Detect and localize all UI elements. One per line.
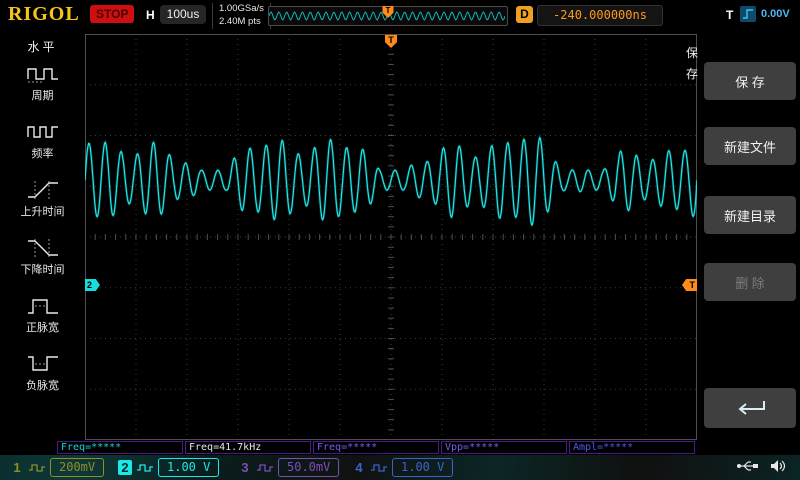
timebase-value[interactable]: 100us: [160, 5, 206, 24]
sample-rate: 1.00GSa/s: [219, 3, 264, 14]
delay-value[interactable]: -240.000000ns: [537, 5, 663, 26]
save-button[interactable]: 保 存: [704, 62, 796, 100]
channel4-scale: 1.00 V: [392, 458, 454, 477]
trigger-label: T: [726, 8, 734, 22]
trigger-slope-icon[interactable]: [740, 6, 756, 22]
channel4-status[interactable]: 4 1.00 V: [352, 458, 454, 477]
sidebar-title-horizontal[interactable]: 水平: [0, 38, 85, 55]
trigger-level-value[interactable]: 0.00V: [761, 8, 790, 20]
sidebar-item-negative-pulse-width[interactable]: 负脉宽: [0, 353, 85, 411]
rise-time-icon: [27, 181, 58, 199]
sidebar-item-positive-pulse-width[interactable]: 正脉宽: [0, 295, 85, 353]
measurement-slot-3[interactable]: Freq=*****: [313, 441, 439, 454]
usb-icon: [737, 461, 758, 471]
frequency-icon: [26, 126, 58, 138]
delay-label-badge: D: [516, 6, 533, 23]
run-state-badge[interactable]: STOP: [90, 5, 135, 23]
oscilloscope-screen: RIGOL STOP H 100us 1.00GSa/s 2.40M pts T…: [0, 0, 800, 480]
sidebar-item-period[interactable]: 周期: [0, 63, 85, 121]
channel3-status[interactable]: 3 50.0mV: [238, 458, 340, 477]
channel3-number: 3: [241, 460, 249, 475]
coupling-icon: [257, 463, 273, 472]
channel1-number: 1: [13, 460, 21, 475]
sidebar-item-label: 负脉宽: [26, 380, 59, 392]
sidebar-item-label: 正脉宽: [26, 322, 59, 334]
system-status-icons: [736, 459, 786, 473]
measurement-slot-2[interactable]: Freq=41.7kHz: [185, 441, 311, 454]
measurement-slot-5[interactable]: Ampl=*****: [569, 441, 695, 454]
menu-tab-save: 保 存: [684, 44, 700, 82]
horizontal-label: H: [146, 8, 155, 22]
delete-button[interactable]: 删 除: [704, 263, 796, 301]
channel1-status[interactable]: 1 200mV: [10, 458, 105, 477]
sidebar-item-label: 频率: [31, 148, 54, 160]
sidebar-item-rise-time[interactable]: 上升时间: [0, 179, 85, 237]
sidebar-item-fall-time[interactable]: 下降时间: [0, 237, 85, 295]
sidebar-item-label: 周期: [31, 90, 54, 102]
period-icon: [26, 68, 58, 83]
enter-button[interactable]: [704, 388, 796, 428]
positive-pulse-width-icon: [27, 299, 58, 314]
channel-status-bar: 1 200mV 2 1.00 V 3 50.0mV 4 1.00 V: [0, 455, 800, 480]
display-area: T 2 T: [85, 34, 697, 440]
graticule: [85, 34, 697, 440]
channel1-scale: 200mV: [50, 458, 105, 477]
measurement-slot-4[interactable]: Vpp=*****: [441, 441, 567, 454]
channel2-waveform: [85, 136, 697, 227]
sidebar-item-frequency[interactable]: 频率: [0, 121, 85, 179]
negative-pulse-width-icon: [27, 356, 58, 371]
sidebar-item-label: 下降时间: [20, 264, 65, 276]
speaker-icon[interactable]: [770, 459, 786, 473]
save-menu-panel: 保 存 保 存 新建文件 新建目录 删 除: [686, 32, 800, 440]
acquisition-info: 1.00GSa/s 2.40M pts: [212, 3, 271, 29]
coupling-icon: [371, 463, 387, 472]
new-folder-button[interactable]: 新建目录: [704, 196, 796, 234]
channel2-number: 2: [118, 460, 132, 475]
return-arrow-icon: [738, 401, 765, 415]
channel2-status[interactable]: 2 1.00 V: [118, 458, 220, 477]
channel2-scale: 1.00 V: [158, 458, 220, 477]
new-file-button[interactable]: 新建文件: [704, 127, 796, 165]
measurement-bar: Freq=***** Freq=41.7kHz Freq=***** Vpp=*…: [57, 441, 695, 454]
coupling-icon: [29, 463, 45, 472]
coupling-icon: [137, 463, 153, 472]
top-bar: RIGOL STOP H 100us 1.00GSa/s 2.40M pts T…: [0, 0, 800, 31]
channel3-scale: 50.0mV: [278, 458, 340, 477]
waveform-position-strip[interactable]: T: [268, 6, 508, 26]
fall-time-icon: [27, 239, 58, 257]
measure-sidebar: 水平 周期 频率 上升时间 下降时间 正脉宽 负脉宽: [0, 32, 85, 440]
menu-tab-char: 存: [685, 67, 698, 81]
memory-depth: 2.40M pts: [219, 15, 261, 27]
rigol-logo: RIGOL: [8, 3, 80, 25]
channel4-number: 4: [355, 460, 363, 475]
measurement-slot-1[interactable]: Freq=*****: [57, 441, 183, 454]
menu-tab-char: 保: [685, 46, 698, 60]
sidebar-item-label: 上升时间: [20, 206, 65, 218]
